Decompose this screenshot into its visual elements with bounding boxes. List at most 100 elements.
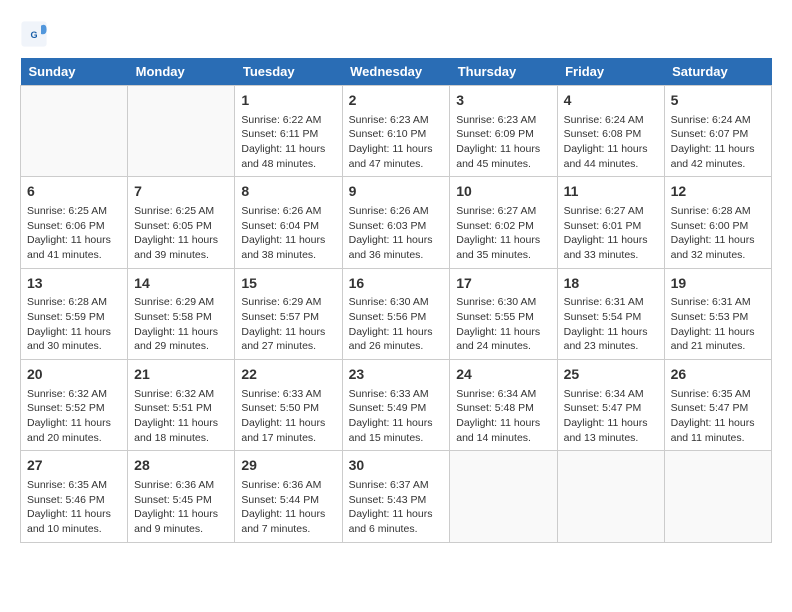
day-info: Sunrise: 6:34 AM Sunset: 5:48 PM Dayligh… bbox=[456, 387, 550, 446]
calendar-cell: 23Sunrise: 6:33 AM Sunset: 5:49 PM Dayli… bbox=[342, 360, 450, 451]
calendar-cell: 28Sunrise: 6:36 AM Sunset: 5:45 PM Dayli… bbox=[128, 451, 235, 542]
day-info: Sunrise: 6:24 AM Sunset: 6:07 PM Dayligh… bbox=[671, 113, 765, 172]
day-info: Sunrise: 6:25 AM Sunset: 6:05 PM Dayligh… bbox=[134, 204, 228, 263]
calendar-cell bbox=[21, 86, 128, 177]
day-number: 7 bbox=[134, 182, 228, 202]
day-number: 26 bbox=[671, 365, 765, 385]
calendar-week-5: 27Sunrise: 6:35 AM Sunset: 5:46 PM Dayli… bbox=[21, 451, 772, 542]
day-number: 9 bbox=[349, 182, 444, 202]
day-info: Sunrise: 6:35 AM Sunset: 5:47 PM Dayligh… bbox=[671, 387, 765, 446]
calendar-cell: 24Sunrise: 6:34 AM Sunset: 5:48 PM Dayli… bbox=[450, 360, 557, 451]
calendar-cell: 21Sunrise: 6:32 AM Sunset: 5:51 PM Dayli… bbox=[128, 360, 235, 451]
day-number: 18 bbox=[564, 274, 658, 294]
day-info: Sunrise: 6:24 AM Sunset: 6:08 PM Dayligh… bbox=[564, 113, 658, 172]
day-info: Sunrise: 6:33 AM Sunset: 5:50 PM Dayligh… bbox=[241, 387, 335, 446]
calendar-week-4: 20Sunrise: 6:32 AM Sunset: 5:52 PM Dayli… bbox=[21, 360, 772, 451]
day-info: Sunrise: 6:23 AM Sunset: 6:10 PM Dayligh… bbox=[349, 113, 444, 172]
day-number: 29 bbox=[241, 456, 335, 476]
day-number: 2 bbox=[349, 91, 444, 111]
calendar-cell: 17Sunrise: 6:30 AM Sunset: 5:55 PM Dayli… bbox=[450, 268, 557, 359]
calendar-cell bbox=[557, 451, 664, 542]
day-info: Sunrise: 6:31 AM Sunset: 5:54 PM Dayligh… bbox=[564, 295, 658, 354]
calendar-cell bbox=[664, 451, 771, 542]
day-info: Sunrise: 6:23 AM Sunset: 6:09 PM Dayligh… bbox=[456, 113, 550, 172]
day-number: 16 bbox=[349, 274, 444, 294]
calendar-cell: 12Sunrise: 6:28 AM Sunset: 6:00 PM Dayli… bbox=[664, 177, 771, 268]
day-info: Sunrise: 6:30 AM Sunset: 5:55 PM Dayligh… bbox=[456, 295, 550, 354]
calendar-cell: 7Sunrise: 6:25 AM Sunset: 6:05 PM Daylig… bbox=[128, 177, 235, 268]
page-header: G bbox=[20, 20, 772, 48]
day-number: 1 bbox=[241, 91, 335, 111]
calendar-cell: 22Sunrise: 6:33 AM Sunset: 5:50 PM Dayli… bbox=[235, 360, 342, 451]
day-number: 25 bbox=[564, 365, 658, 385]
day-number: 20 bbox=[27, 365, 121, 385]
weekday-header-saturday: Saturday bbox=[664, 58, 771, 86]
calendar-cell: 5Sunrise: 6:24 AM Sunset: 6:07 PM Daylig… bbox=[664, 86, 771, 177]
calendar-cell: 3Sunrise: 6:23 AM Sunset: 6:09 PM Daylig… bbox=[450, 86, 557, 177]
day-number: 30 bbox=[349, 456, 444, 476]
day-info: Sunrise: 6:28 AM Sunset: 5:59 PM Dayligh… bbox=[27, 295, 121, 354]
day-number: 15 bbox=[241, 274, 335, 294]
day-info: Sunrise: 6:36 AM Sunset: 5:45 PM Dayligh… bbox=[134, 478, 228, 537]
day-info: Sunrise: 6:29 AM Sunset: 5:58 PM Dayligh… bbox=[134, 295, 228, 354]
weekday-header-thursday: Thursday bbox=[450, 58, 557, 86]
day-number: 11 bbox=[564, 182, 658, 202]
calendar-cell: 11Sunrise: 6:27 AM Sunset: 6:01 PM Dayli… bbox=[557, 177, 664, 268]
day-info: Sunrise: 6:27 AM Sunset: 6:02 PM Dayligh… bbox=[456, 204, 550, 263]
calendar-cell: 13Sunrise: 6:28 AM Sunset: 5:59 PM Dayli… bbox=[21, 268, 128, 359]
calendar-cell: 18Sunrise: 6:31 AM Sunset: 5:54 PM Dayli… bbox=[557, 268, 664, 359]
day-number: 22 bbox=[241, 365, 335, 385]
day-info: Sunrise: 6:36 AM Sunset: 5:44 PM Dayligh… bbox=[241, 478, 335, 537]
logo: G bbox=[20, 20, 52, 48]
day-number: 10 bbox=[456, 182, 550, 202]
day-number: 5 bbox=[671, 91, 765, 111]
svg-text:G: G bbox=[30, 30, 37, 40]
day-info: Sunrise: 6:27 AM Sunset: 6:01 PM Dayligh… bbox=[564, 204, 658, 263]
calendar-header-row: SundayMondayTuesdayWednesdayThursdayFrid… bbox=[21, 58, 772, 86]
logo-icon: G bbox=[20, 20, 48, 48]
day-number: 17 bbox=[456, 274, 550, 294]
calendar-cell: 8Sunrise: 6:26 AM Sunset: 6:04 PM Daylig… bbox=[235, 177, 342, 268]
calendar-week-1: 1Sunrise: 6:22 AM Sunset: 6:11 PM Daylig… bbox=[21, 86, 772, 177]
calendar-cell: 15Sunrise: 6:29 AM Sunset: 5:57 PM Dayli… bbox=[235, 268, 342, 359]
calendar-cell: 30Sunrise: 6:37 AM Sunset: 5:43 PM Dayli… bbox=[342, 451, 450, 542]
calendar-cell bbox=[128, 86, 235, 177]
day-number: 19 bbox=[671, 274, 765, 294]
day-info: Sunrise: 6:37 AM Sunset: 5:43 PM Dayligh… bbox=[349, 478, 444, 537]
day-number: 27 bbox=[27, 456, 121, 476]
calendar-cell bbox=[450, 451, 557, 542]
weekday-header-tuesday: Tuesday bbox=[235, 58, 342, 86]
day-info: Sunrise: 6:30 AM Sunset: 5:56 PM Dayligh… bbox=[349, 295, 444, 354]
day-info: Sunrise: 6:29 AM Sunset: 5:57 PM Dayligh… bbox=[241, 295, 335, 354]
weekday-header-wednesday: Wednesday bbox=[342, 58, 450, 86]
calendar-week-2: 6Sunrise: 6:25 AM Sunset: 6:06 PM Daylig… bbox=[21, 177, 772, 268]
day-number: 3 bbox=[456, 91, 550, 111]
day-number: 13 bbox=[27, 274, 121, 294]
day-number: 6 bbox=[27, 182, 121, 202]
calendar-cell: 6Sunrise: 6:25 AM Sunset: 6:06 PM Daylig… bbox=[21, 177, 128, 268]
weekday-header-monday: Monday bbox=[128, 58, 235, 86]
calendar-cell: 19Sunrise: 6:31 AM Sunset: 5:53 PM Dayli… bbox=[664, 268, 771, 359]
calendar-cell: 14Sunrise: 6:29 AM Sunset: 5:58 PM Dayli… bbox=[128, 268, 235, 359]
day-number: 4 bbox=[564, 91, 658, 111]
day-number: 24 bbox=[456, 365, 550, 385]
day-info: Sunrise: 6:28 AM Sunset: 6:00 PM Dayligh… bbox=[671, 204, 765, 263]
day-info: Sunrise: 6:26 AM Sunset: 6:03 PM Dayligh… bbox=[349, 204, 444, 263]
day-info: Sunrise: 6:33 AM Sunset: 5:49 PM Dayligh… bbox=[349, 387, 444, 446]
calendar-week-3: 13Sunrise: 6:28 AM Sunset: 5:59 PM Dayli… bbox=[21, 268, 772, 359]
day-number: 12 bbox=[671, 182, 765, 202]
day-info: Sunrise: 6:34 AM Sunset: 5:47 PM Dayligh… bbox=[564, 387, 658, 446]
day-info: Sunrise: 6:22 AM Sunset: 6:11 PM Dayligh… bbox=[241, 113, 335, 172]
calendar-cell: 29Sunrise: 6:36 AM Sunset: 5:44 PM Dayli… bbox=[235, 451, 342, 542]
day-info: Sunrise: 6:26 AM Sunset: 6:04 PM Dayligh… bbox=[241, 204, 335, 263]
calendar-cell: 4Sunrise: 6:24 AM Sunset: 6:08 PM Daylig… bbox=[557, 86, 664, 177]
calendar-cell: 27Sunrise: 6:35 AM Sunset: 5:46 PM Dayli… bbox=[21, 451, 128, 542]
day-number: 28 bbox=[134, 456, 228, 476]
day-info: Sunrise: 6:32 AM Sunset: 5:51 PM Dayligh… bbox=[134, 387, 228, 446]
calendar-cell: 25Sunrise: 6:34 AM Sunset: 5:47 PM Dayli… bbox=[557, 360, 664, 451]
weekday-header-friday: Friday bbox=[557, 58, 664, 86]
weekday-header-sunday: Sunday bbox=[21, 58, 128, 86]
day-info: Sunrise: 6:31 AM Sunset: 5:53 PM Dayligh… bbox=[671, 295, 765, 354]
day-number: 21 bbox=[134, 365, 228, 385]
day-number: 14 bbox=[134, 274, 228, 294]
